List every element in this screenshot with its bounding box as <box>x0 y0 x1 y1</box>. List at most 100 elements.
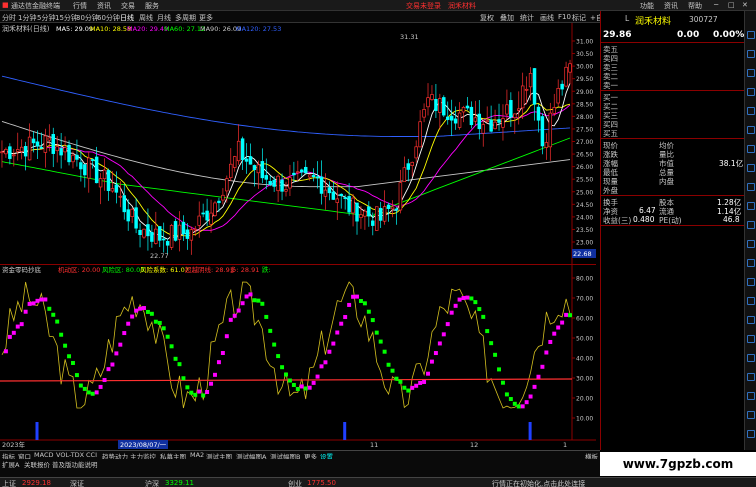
period-tab[interactable]: 多周期 <box>175 13 196 23</box>
side-tool-icon[interactable] <box>747 126 755 134</box>
side-tool-icon[interactable] <box>747 335 755 343</box>
tab-cci[interactable]: CCI <box>86 451 97 459</box>
minimize-icon[interactable]: ─ <box>714 1 718 9</box>
signal-block <box>528 394 533 399</box>
tool-button[interactable]: 画线 <box>540 13 554 23</box>
candle-body <box>4 148 8 155</box>
candle-body <box>457 112 462 128</box>
indicator-tick-label: 50.00 <box>576 336 593 343</box>
period-tab[interactable]: 15分钟 <box>55 13 78 23</box>
side-tool-icon[interactable] <box>747 240 755 248</box>
menu-quote[interactable]: 行情 <box>73 1 87 11</box>
period-tab[interactable]: 周线 <box>139 13 153 23</box>
tool-button[interactable]: 标记 <box>572 13 586 23</box>
index-name[interactable]: 沪深 <box>145 479 159 487</box>
signal-block <box>473 300 478 305</box>
signal-block <box>390 368 395 373</box>
signal-block <box>248 292 253 297</box>
side-tool-icon[interactable] <box>747 50 755 58</box>
candle-body <box>442 97 446 116</box>
signal-block <box>311 380 316 385</box>
signal-block <box>165 334 170 339</box>
candle-body <box>51 134 55 154</box>
signal-block <box>27 301 32 306</box>
close-icon[interactable]: ✕ <box>742 1 748 9</box>
side-tool-icon[interactable] <box>747 221 755 229</box>
tool-button[interactable]: 叠加 <box>500 13 514 23</box>
signal-block <box>398 379 403 384</box>
side-tool-icon[interactable] <box>747 411 755 419</box>
menu-news[interactable]: 资讯 <box>97 1 111 11</box>
tab-ma2[interactable]: MA2 <box>190 451 204 459</box>
side-tool-icon[interactable] <box>747 278 755 286</box>
side-tool-icon[interactable] <box>747 31 755 39</box>
signal-block <box>469 296 474 301</box>
side-tool-icon[interactable] <box>747 259 755 267</box>
period-tab[interactable]: 5分钟 <box>37 13 55 23</box>
period-tab[interactable]: 30分钟 <box>76 13 99 23</box>
period-tab[interactable]: 60分钟 <box>97 13 120 23</box>
side-tool-icon[interactable] <box>747 183 755 191</box>
signal-block <box>138 306 143 311</box>
candle-body <box>473 117 478 122</box>
menu-function[interactable]: 功能 <box>640 1 654 11</box>
candle-body <box>367 206 371 217</box>
candle-body <box>296 171 300 174</box>
side-tool-icon[interactable] <box>747 392 755 400</box>
candle-body <box>363 210 367 217</box>
side-tool-icon[interactable] <box>747 297 755 305</box>
signal-block <box>406 388 411 393</box>
indicator-chart[interactable]: 80.00 70.00 60.00 50.00 40.00 30.00 20.00 10.00… <box>0 264 596 450</box>
candle-body <box>536 106 541 121</box>
side-tool-icon[interactable] <box>747 316 755 324</box>
candlestick-chart[interactable]: 31.00 30.50 30.00 29.50 29.00 28.50 28.00 27.50… <box>0 23 596 264</box>
candle-body <box>505 104 509 115</box>
tool-button[interactable]: 复权 <box>480 13 494 23</box>
connection-message[interactable]: 行情正在初始化,点击此处连接 <box>492 479 585 487</box>
ma-label: MA10: 28.58 <box>90 25 131 33</box>
candle-body <box>161 238 166 241</box>
signal-block <box>402 385 407 390</box>
side-tool-icon[interactable] <box>747 88 755 96</box>
index-name[interactable]: 创业 <box>288 479 302 487</box>
side-tool-icon[interactable] <box>747 164 755 172</box>
menu-service[interactable]: 服务 <box>145 1 159 11</box>
period-tab[interactable]: 月线 <box>157 13 171 23</box>
index-name[interactable]: 上证 <box>2 479 16 487</box>
tool-button[interactable]: 统计 <box>520 13 534 23</box>
candle-body <box>165 241 170 246</box>
trade-status[interactable]: 交易未登录 <box>406 1 441 11</box>
menu-info[interactable]: 资讯 <box>664 1 678 11</box>
signal-block <box>481 314 486 319</box>
candle-body <box>540 116 545 147</box>
tab-vol[interactable]: VOL-TDX <box>56 451 84 459</box>
side-tool-icon[interactable] <box>747 354 755 362</box>
menu-help[interactable]: 帮助 <box>688 1 702 11</box>
candle-body <box>568 63 572 73</box>
tool-button[interactable]: F10 <box>558 13 571 21</box>
candle-body <box>414 146 418 159</box>
side-tool-icon[interactable] <box>747 69 755 77</box>
signal-block <box>429 359 434 364</box>
index-name[interactable]: 深证 <box>70 479 84 487</box>
candle-body <box>114 184 119 193</box>
side-tool-icon[interactable] <box>747 430 755 438</box>
period-tab-active[interactable]: 日线 <box>120 13 134 23</box>
side-tool-icon[interactable] <box>747 373 755 381</box>
signal-block <box>169 344 174 349</box>
side-tool-icon[interactable] <box>747 107 755 115</box>
period-tab[interactable]: 分时 <box>2 13 16 23</box>
tab-macd[interactable]: MACD <box>34 451 53 459</box>
signal-block <box>39 297 44 302</box>
maximize-icon[interactable]: □ <box>728 1 735 9</box>
side-tool-icon[interactable] <box>747 202 755 210</box>
indicator-param: 跌: <box>262 265 271 274</box>
side-tool-icon[interactable] <box>747 145 755 153</box>
menu-trade[interactable]: 交易 <box>121 1 135 11</box>
candle-body <box>343 197 347 199</box>
period-tab[interactable]: 1分钟 <box>18 13 36 23</box>
period-tab[interactable]: 更多 <box>199 13 213 23</box>
candle-body <box>434 98 438 111</box>
candle-body <box>331 191 336 200</box>
index-value: 1775.50 <box>307 479 336 487</box>
